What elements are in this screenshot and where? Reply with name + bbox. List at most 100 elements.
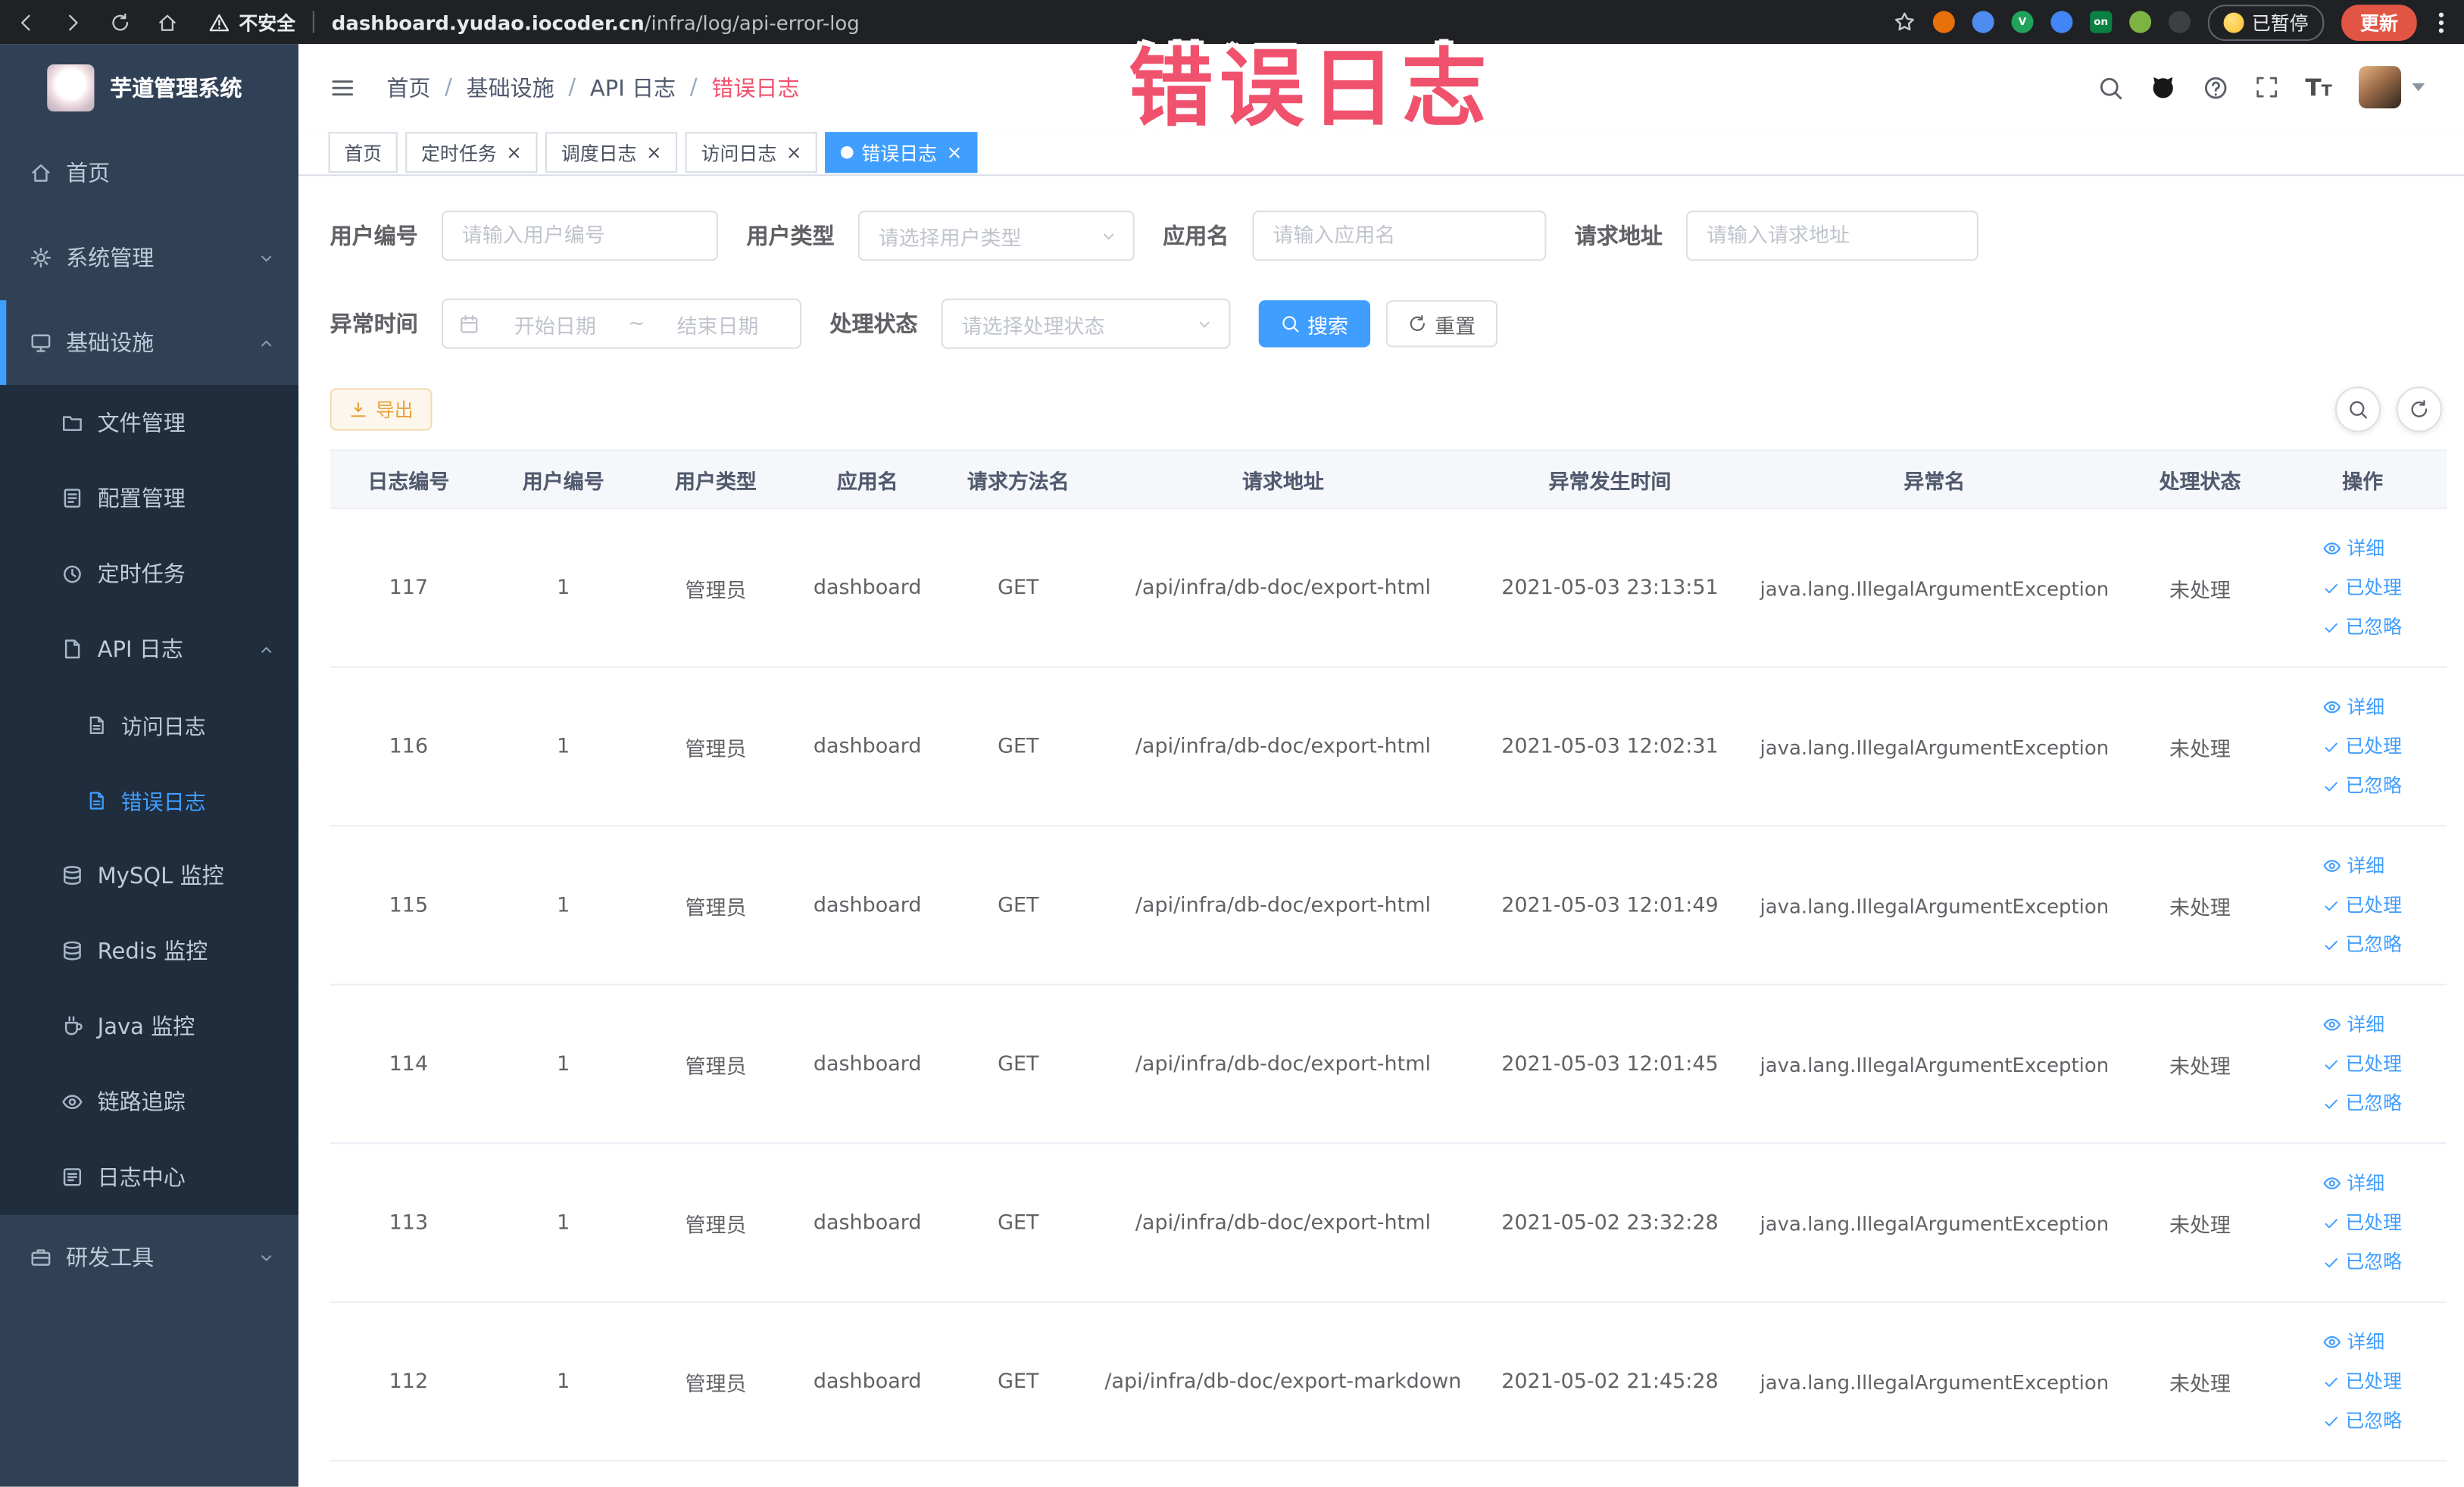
cell-status: 未处理: [2121, 508, 2279, 668]
sidebar-item-mysql-monitor[interactable]: MySQL 监控: [0, 837, 299, 914]
sidebar-item-file-management[interactable]: 文件管理: [0, 385, 299, 461]
cell-exception: java.lang.IllegalArgumentException: [1747, 984, 2122, 1145]
sidebar-item-error-log[interactable]: 错误日志: [0, 762, 299, 838]
tab-error-log[interactable]: 错误日志 ×: [825, 132, 979, 173]
processed-link[interactable]: 已处理: [2323, 727, 2402, 767]
processed-link[interactable]: 已处理: [2323, 1362, 2402, 1401]
close-icon[interactable]: ×: [646, 143, 662, 162]
breadcrumb-item[interactable]: 首页: [386, 71, 430, 102]
forward-icon[interactable]: [63, 12, 83, 33]
bookmark-star-icon[interactable]: [1894, 11, 1916, 33]
chevron-down-icon: [258, 1248, 275, 1266]
sidebar-item-dev-tools[interactable]: 研发工具: [0, 1215, 298, 1300]
extension-dark-icon[interactable]: [2168, 11, 2191, 33]
detail-link[interactable]: 详细: [2323, 1164, 2384, 1203]
back-icon[interactable]: [16, 12, 36, 33]
search-button[interactable]: 搜索: [1258, 300, 1371, 348]
ignored-link[interactable]: 已忽略: [2323, 1083, 2402, 1123]
column-header-2: 用户类型: [639, 449, 792, 510]
check-icon: [2323, 1095, 2341, 1112]
table-toolbar: 导出: [329, 386, 2447, 433]
extension-on-badge-icon[interactable]: on: [2090, 11, 2113, 33]
reload-icon[interactable]: [110, 12, 130, 33]
ignored-link[interactable]: 已忽略: [2323, 608, 2402, 647]
extension-green-icon[interactable]: [2129, 11, 2152, 33]
detail-label: 详细: [2347, 1013, 2385, 1036]
user-menu[interactable]: [2359, 66, 2425, 109]
extension-orange-icon[interactable]: [1932, 11, 1955, 33]
column-header-4: 请求方法名: [942, 449, 1094, 510]
toggle-search-button[interactable]: [2334, 386, 2381, 433]
sidebar-item-log-center[interactable]: 日志中心: [0, 1139, 299, 1215]
user-type-select[interactable]: 请选择用户类型: [857, 210, 1135, 261]
sidebar-item-access-log[interactable]: 访问日志: [0, 686, 299, 763]
sidebar-item-api-logs[interactable]: API 日志: [0, 611, 299, 687]
github-icon[interactable]: [2150, 74, 2176, 101]
hamburger-icon[interactable]: [322, 75, 363, 100]
processed-link[interactable]: 已处理: [2323, 1203, 2402, 1242]
detail-link[interactable]: 详细: [2323, 846, 2384, 886]
request-url-input[interactable]: [1686, 210, 1978, 261]
detail-link[interactable]: 详细: [2323, 529, 2384, 568]
breadcrumb-item[interactable]: API 日志: [590, 71, 676, 102]
help-icon[interactable]: [2203, 75, 2228, 100]
sidebar-item-trace[interactable]: 链路追踪: [0, 1064, 299, 1140]
processed-label: 已处理: [2345, 1211, 2403, 1233]
sidebar-item-scheduled-tasks[interactable]: 定时任务: [0, 536, 299, 612]
browser-home-icon[interactable]: [157, 12, 177, 33]
extension-blue-grid-icon[interactable]: [2050, 11, 2073, 33]
cell-status: 未处理: [2121, 826, 2279, 986]
browser-menu-icon[interactable]: [2434, 11, 2449, 33]
filter-process-status: 处理状态 请选择处理状态: [829, 298, 1231, 349]
paused-badge[interactable]: 已暂停: [2207, 4, 2325, 40]
sidebar-item-home[interactable]: 首页: [0, 130, 298, 215]
ignored-link[interactable]: 已忽略: [2323, 925, 2402, 964]
process-status-select[interactable]: 请选择处理状态: [941, 298, 1231, 349]
sidebar-item-system-management[interactable]: 系统管理: [0, 215, 298, 300]
filter-label: 用户类型: [746, 224, 835, 250]
processed-link[interactable]: 已处理: [2323, 1045, 2402, 1084]
security-indicator[interactable]: 不安全: [209, 8, 295, 35]
tab-access-log[interactable]: 访问日志 ×: [685, 132, 818, 173]
exception-time-range[interactable]: 开始日期 ~ 结束日期: [441, 298, 802, 349]
detail-link[interactable]: 详细: [2323, 688, 2384, 727]
breadcrumb-item[interactable]: 基础设施: [467, 71, 554, 102]
sidebar-item-redis-monitor[interactable]: Redis 监控: [0, 913, 299, 989]
processed-link[interactable]: 已处理: [2323, 568, 2402, 608]
sidebar-item-config-management[interactable]: 配置管理: [0, 460, 299, 536]
ignored-link[interactable]: 已忽略: [2323, 766, 2402, 805]
export-button[interactable]: 导出: [329, 388, 433, 431]
user-id-input[interactable]: [441, 210, 719, 261]
tab-home[interactable]: 首页: [328, 132, 398, 173]
table-header-row: 日志编号 用户编号 用户类型 应用名 请求方法名 请求地址 异常发生时间 异常名 处理状态 操作: [329, 449, 2447, 510]
processed-label: 已处理: [2345, 1370, 2403, 1392]
cell-time: 2021-05-03 23:13:51: [1472, 508, 1747, 668]
close-icon[interactable]: ×: [506, 143, 522, 162]
update-button[interactable]: 更新: [2341, 4, 2417, 40]
extension-blue-drop-icon[interactable]: [1972, 11, 1994, 33]
app-name-input[interactable]: [1252, 210, 1547, 261]
sidebar-item-infrastructure[interactable]: 基础设施: [0, 300, 298, 386]
tab-scheduled-tasks[interactable]: 定时任务 ×: [405, 132, 538, 173]
font-size-icon[interactable]: TT: [2305, 73, 2331, 101]
row-actions: 详细已处理 已忽略: [2323, 1005, 2402, 1123]
detail-link[interactable]: 详细: [2323, 1005, 2384, 1045]
cell-actions: 详细已处理 已忽略: [2278, 984, 2447, 1145]
extension-green-v-icon[interactable]: V: [2011, 11, 2034, 33]
search-icon[interactable]: [2097, 75, 2122, 100]
refresh-button[interactable]: [2396, 386, 2442, 433]
chevron-down-icon: [1196, 315, 1213, 333]
fullscreen-icon[interactable]: [2255, 76, 2278, 99]
address-bar[interactable]: dashboard.yudao.iocoder.cn/infra/log/api…: [332, 10, 860, 33]
close-icon[interactable]: ×: [786, 143, 802, 162]
reset-button[interactable]: 重置: [1385, 300, 1498, 348]
sidebar-item-java-monitor[interactable]: Java 监控: [0, 988, 299, 1064]
detail-link[interactable]: 详细: [2323, 1323, 2384, 1362]
ignored-link[interactable]: 已忽略: [2323, 1401, 2402, 1441]
cell-exception: java.lang.IllegalArgumentException: [1747, 1301, 2122, 1462]
ignored-link[interactable]: 已忽略: [2323, 1242, 2402, 1282]
app-logo[interactable]: 芋道管理系统: [0, 44, 298, 130]
close-icon[interactable]: ×: [946, 143, 962, 162]
processed-link[interactable]: 已处理: [2323, 886, 2402, 925]
tab-schedule-log[interactable]: 调度日志 ×: [545, 132, 678, 173]
